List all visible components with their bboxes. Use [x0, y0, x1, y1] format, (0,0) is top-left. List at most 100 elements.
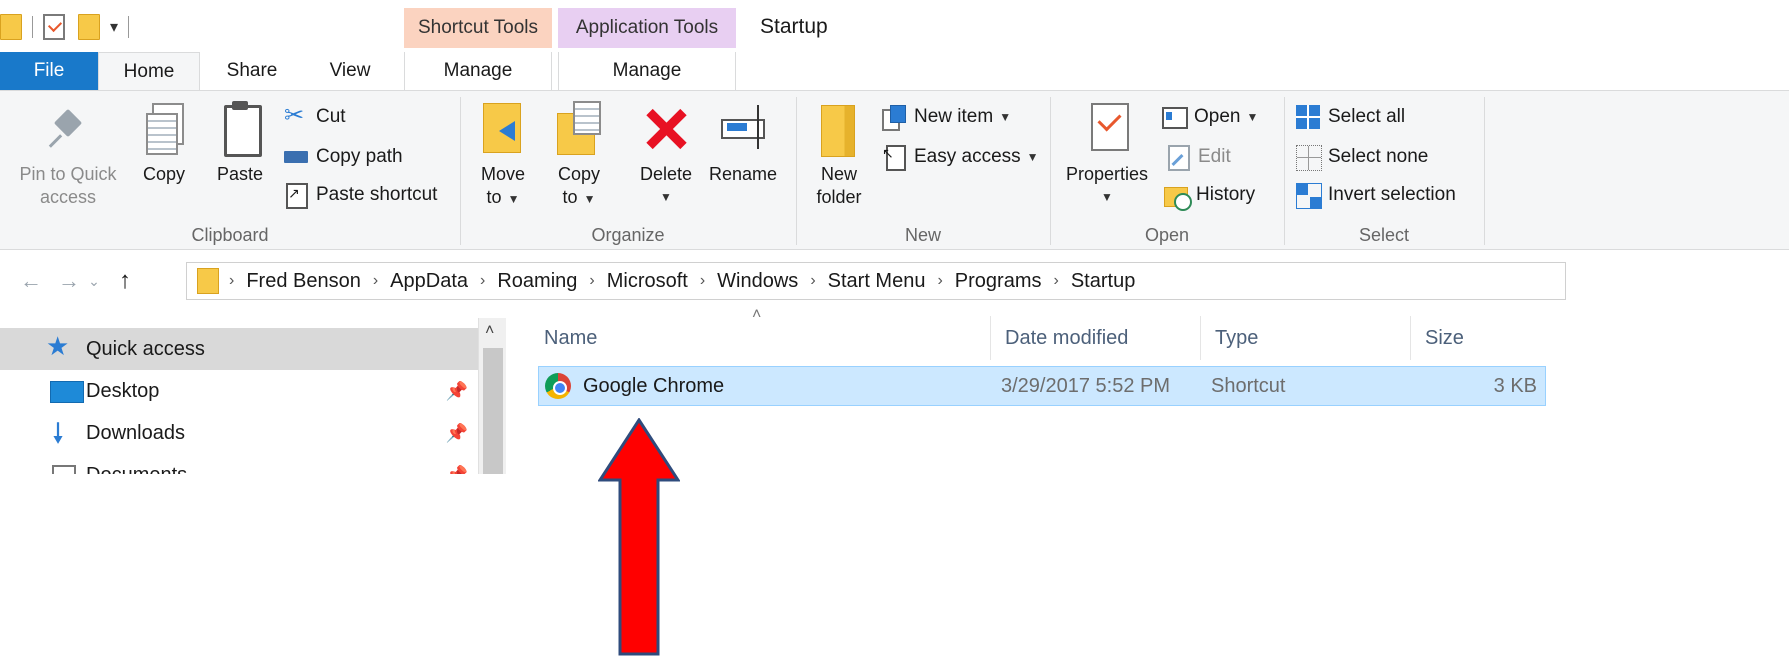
- open-icon: [1162, 105, 1188, 129]
- title-bar: ▾ Shortcut Tools Application Tools Start…: [0, 0, 1789, 52]
- nav-pane-scrollbar[interactable]: ˄: [478, 318, 506, 474]
- breadcrumb-item[interactable]: Start Menu: [828, 270, 926, 293]
- select-none-icon: [1296, 145, 1322, 171]
- nav-item-quick-access[interactable]: Quick access: [0, 328, 478, 370]
- open-button[interactable]: Open ▼: [1162, 105, 1258, 129]
- shortcut-tools-header: Shortcut Tools: [404, 8, 552, 48]
- invert-selection-button[interactable]: Invert selection: [1296, 183, 1456, 209]
- history-icon: [1164, 183, 1192, 211]
- rename-icon: [719, 99, 767, 157]
- file-date: 3/29/2017 5:52 PM: [1001, 374, 1171, 397]
- new-folder-button[interactable]: New folder: [808, 99, 870, 209]
- nav-item-desktop[interactable]: Desktop 📌: [0, 370, 478, 412]
- copy-to-icon: [555, 99, 603, 157]
- paste-shortcut-button[interactable]: Paste shortcut: [284, 183, 437, 209]
- breadcrumb-chevron-icon[interactable]: ›: [589, 272, 594, 290]
- column-header-date-modified[interactable]: Date modified: [990, 316, 1200, 360]
- tab-home[interactable]: Home: [98, 52, 200, 90]
- cut-button[interactable]: Cut: [284, 101, 346, 130]
- pin-icon: [44, 99, 92, 157]
- chevron-down-icon: ▼: [1026, 150, 1039, 164]
- tab-view[interactable]: View: [310, 52, 390, 90]
- nav-item-downloads[interactable]: Downloads 📌: [0, 412, 478, 461]
- file-row-google-chrome[interactable]: Google Chrome 3/29/2017 5:52 PM Shortcut…: [538, 366, 1546, 406]
- select-none-label: Select none: [1328, 146, 1429, 167]
- pin-to-quick-access-button[interactable]: Pin to Quick access: [12, 99, 124, 209]
- chevron-down-icon: ▼: [583, 192, 596, 206]
- address-bar: ← → ⌄ ↑ › Fred Benson › AppData › Roamin…: [0, 262, 1789, 300]
- pin-icon: 📌: [445, 422, 468, 443]
- application-tools-header: Application Tools: [558, 8, 736, 48]
- folder-icon[interactable]: [0, 14, 22, 40]
- scroll-up-icon[interactable]: ˄: [485, 322, 494, 340]
- breadcrumb-item[interactable]: AppData: [390, 270, 468, 293]
- column-header-size[interactable]: Size: [1410, 316, 1552, 360]
- open-label: Open: [1194, 106, 1241, 127]
- properties-icon[interactable]: [43, 14, 65, 40]
- column-header-name[interactable]: Name: [530, 316, 990, 360]
- breadcrumb-chevron-icon[interactable]: ›: [1054, 272, 1059, 290]
- chevron-down-icon: ▼: [507, 192, 520, 206]
- breadcrumb-item[interactable]: Roaming: [497, 270, 577, 293]
- breadcrumb-item[interactable]: Windows: [717, 270, 798, 293]
- new-folder-icon: [815, 99, 863, 157]
- easy-access-button[interactable]: Easy access ▼: [882, 145, 1039, 171]
- move-to-button[interactable]: Move to ▼: [474, 99, 532, 211]
- easy-access-icon: [882, 145, 906, 171]
- recent-locations-chevron-icon[interactable]: ⌄: [84, 266, 104, 296]
- new-item-button[interactable]: New item ▼: [882, 105, 1011, 131]
- new-folder-icon[interactable]: [78, 14, 100, 40]
- tab-share[interactable]: Share: [210, 52, 294, 90]
- chevron-down-icon: ▼: [1101, 190, 1113, 204]
- history-button[interactable]: History: [1164, 183, 1256, 211]
- properties-button[interactable]: Properties ▼: [1060, 99, 1154, 209]
- up-arrow-icon[interactable]: ↑: [110, 266, 140, 296]
- breadcrumb-item[interactable]: Fred Benson: [246, 270, 361, 293]
- forward-arrow-icon[interactable]: →: [54, 266, 84, 296]
- customize-qat-dropdown-icon[interactable]: ▾: [110, 17, 118, 37]
- pin-label-line2: access: [39, 187, 97, 207]
- nav-item-documents[interactable]: Documents 📌: [0, 454, 478, 474]
- group-label-organize: Organize: [591, 225, 665, 245]
- copy-to-button[interactable]: Copy to ▼: [550, 99, 608, 211]
- group-separator: [1284, 97, 1285, 245]
- copy-button[interactable]: Copy: [136, 99, 192, 186]
- scissors-icon: [284, 101, 308, 130]
- back-arrow-icon[interactable]: ←: [16, 266, 46, 296]
- breadcrumb-chevron-icon[interactable]: ›: [700, 272, 705, 290]
- breadcrumb-chevron-icon[interactable]: ›: [937, 272, 942, 290]
- copy-path-label: Copy path: [316, 146, 403, 167]
- nav-item-label: Documents: [86, 464, 187, 475]
- select-none-button[interactable]: Select none: [1296, 145, 1429, 171]
- tab-manage-application[interactable]: Manage: [558, 52, 736, 90]
- rename-button[interactable]: Rename: [706, 99, 780, 186]
- breadcrumb-chevron-icon[interactable]: ›: [373, 272, 378, 290]
- breadcrumb-item[interactable]: Microsoft: [607, 270, 688, 293]
- paste-button[interactable]: Paste: [210, 99, 270, 186]
- delete-button[interactable]: Delete ▼: [634, 99, 698, 209]
- invert-selection-label: Invert selection: [1328, 184, 1456, 205]
- scrollbar-thumb[interactable]: [483, 348, 503, 474]
- history-label: History: [1196, 184, 1256, 205]
- breadcrumb-chevron-icon[interactable]: ›: [810, 272, 815, 290]
- breadcrumb-item[interactable]: Programs: [955, 270, 1042, 293]
- nav-item-label: Quick access: [86, 337, 205, 360]
- group-separator: [1050, 97, 1051, 245]
- cut-label: Cut: [316, 106, 346, 127]
- group-separator: [460, 97, 461, 245]
- navigation-pane: Quick access Desktop 📌 Downloads 📌 Docum…: [0, 318, 478, 474]
- tab-file[interactable]: File: [0, 52, 98, 90]
- edit-button[interactable]: Edit: [1166, 145, 1231, 171]
- address-path[interactable]: › Fred Benson › AppData › Roaming › Micr…: [186, 262, 1566, 300]
- paste-shortcut-icon: [284, 183, 308, 209]
- copy-path-button[interactable]: Copy path: [284, 145, 403, 169]
- breadcrumb-chevron-icon[interactable]: ›: [229, 272, 234, 290]
- column-header-type[interactable]: Type: [1200, 316, 1410, 360]
- select-all-button[interactable]: Select all: [1296, 105, 1405, 129]
- select-all-label: Select all: [1328, 106, 1406, 127]
- nav-item-label: Downloads: [86, 421, 185, 444]
- new-item-icon: [882, 105, 906, 131]
- tab-manage-shortcut[interactable]: Manage: [404, 52, 552, 90]
- breadcrumb-chevron-icon[interactable]: ›: [480, 272, 485, 290]
- breadcrumb-item[interactable]: Startup: [1071, 270, 1135, 293]
